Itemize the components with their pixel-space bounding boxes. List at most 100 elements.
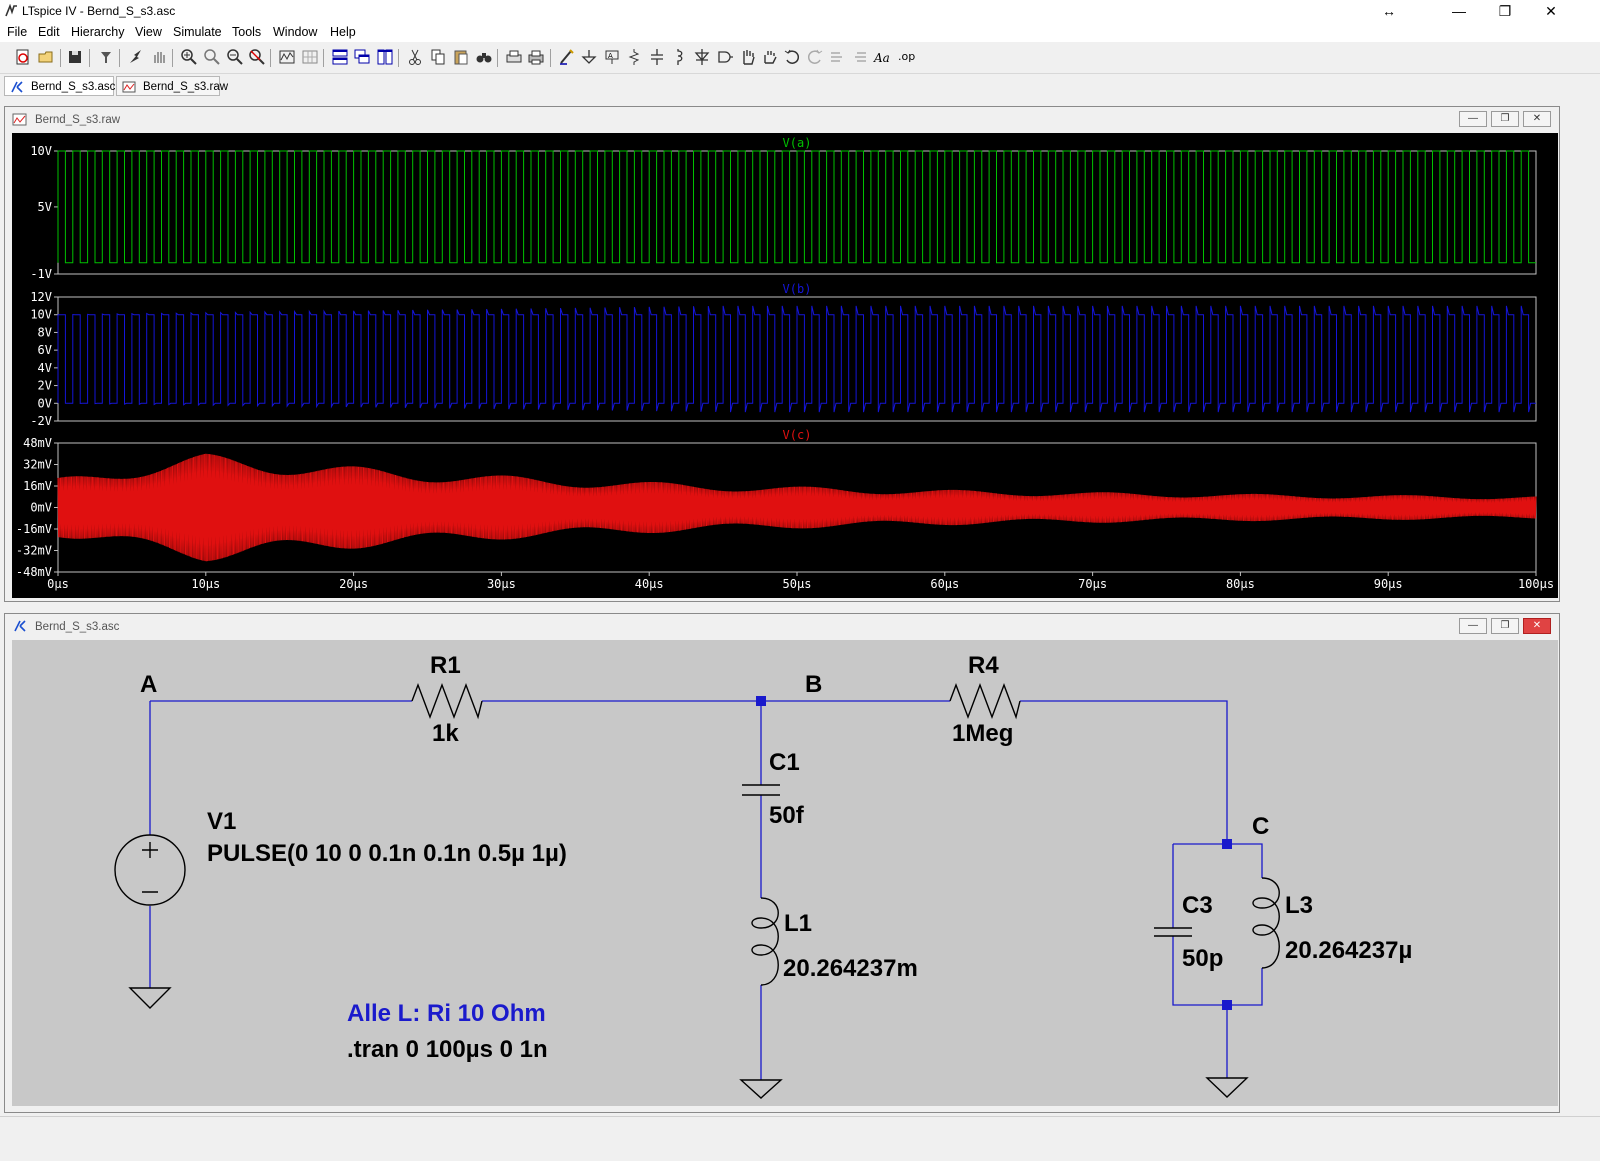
- run-icon[interactable]: [127, 48, 145, 66]
- l1-name[interactable]: L1: [784, 910, 812, 938]
- open-icon[interactable]: [37, 48, 55, 66]
- grid-icon[interactable]: [301, 48, 319, 66]
- waveform-close-button[interactable]: ✕: [1523, 111, 1551, 127]
- wire[interactable]: [1020, 700, 1228, 844]
- y-tick-label: 5V: [38, 200, 52, 214]
- zoom-in-icon[interactable]: [180, 48, 198, 66]
- schematic-restore-button[interactable]: ❐: [1491, 618, 1519, 634]
- mirror-icon[interactable]: [851, 48, 869, 66]
- plot-area[interactable]: V(a) 10V 5V -1V V(b) 12V 10V 8V 6V 4V 2V 0V -2V V(c) 4…: [12, 133, 1558, 598]
- print-icon[interactable]: [527, 48, 545, 66]
- spice-directive-icon[interactable]: .op: [898, 50, 915, 63]
- save-icon[interactable]: [66, 48, 84, 66]
- spice-directive[interactable]: .tran 0 100µs 0 1n: [347, 1036, 548, 1064]
- toolbar-separator: [398, 49, 399, 67]
- schematic-comment[interactable]: Alle L: Ri 10 Ohm: [347, 1000, 546, 1028]
- schematic-minimize-button[interactable]: —: [1459, 618, 1487, 634]
- c1-value[interactable]: 50f: [769, 802, 804, 830]
- menu-tools[interactable]: Tools: [232, 25, 261, 39]
- menu-window[interactable]: Window: [273, 25, 317, 39]
- redo-icon[interactable]: [806, 48, 824, 66]
- print-preview-icon[interactable]: [505, 48, 523, 66]
- component-icon[interactable]: [716, 48, 734, 66]
- rotate-icon[interactable]: [828, 48, 846, 66]
- paste-icon[interactable]: [452, 48, 470, 66]
- copy-icon[interactable]: [429, 48, 447, 66]
- waveform-restore-button[interactable]: ❐: [1491, 111, 1519, 127]
- text-icon[interactable]: Aa: [874, 51, 890, 65]
- schematic-window-titlebar: Bernd_S_s3.asc — ❐ ✕: [5, 614, 1559, 640]
- schematic-close-button[interactable]: ✕: [1523, 618, 1551, 634]
- c3-value[interactable]: 50p: [1182, 945, 1223, 973]
- r4-resistor-symbol[interactable]: [949, 683, 1021, 720]
- c1-name[interactable]: C1: [769, 749, 800, 777]
- node-label-b[interactable]: B: [805, 671, 822, 699]
- node-label-c[interactable]: C: [1252, 813, 1269, 841]
- ground-symbol[interactable]: [128, 987, 172, 1009]
- v1-value[interactable]: PULSE(0 10 0 0.1n 0.1n 0.5µ 1µ): [207, 840, 567, 868]
- trace-vb-line[interactable]: [57, 305, 1536, 413]
- ground-symbol[interactable]: [739, 1079, 783, 1099]
- r1-value[interactable]: 1k: [432, 720, 459, 748]
- undo-icon[interactable]: [783, 48, 801, 66]
- l3-name[interactable]: L3: [1285, 892, 1313, 920]
- ground-icon[interactable]: [580, 48, 598, 66]
- minimize-button[interactable]: —: [1436, 0, 1482, 22]
- halt-icon[interactable]: [150, 48, 168, 66]
- ground-symbol[interactable]: [1205, 1077, 1249, 1098]
- menu-help[interactable]: Help: [330, 25, 356, 39]
- r1-name[interactable]: R1: [430, 652, 461, 680]
- tile-vertical-icon[interactable]: [376, 48, 394, 66]
- c3-name[interactable]: C3: [1182, 892, 1213, 920]
- trace-vc-line[interactable]: [57, 453, 1537, 562]
- resize-icon[interactable]: ↔: [1366, 0, 1412, 22]
- y-tick-label: 16mV: [23, 479, 52, 493]
- r4-name[interactable]: R4: [968, 652, 999, 680]
- l1-value[interactable]: 20.264237m: [783, 955, 918, 983]
- c1-capacitor-symbol[interactable]: [742, 784, 780, 796]
- schematic-icon: [11, 81, 23, 93]
- l1-inductor-symbol[interactable]: [751, 897, 779, 986]
- move-icon[interactable]: [739, 48, 757, 66]
- zoom-fit-icon[interactable]: [203, 48, 221, 66]
- wire[interactable]: [1173, 843, 1263, 878]
- capacitor-icon[interactable]: [648, 48, 666, 66]
- waveform-minimize-button[interactable]: —: [1459, 111, 1487, 127]
- tab-schematic[interactable]: Bernd_S_s3.asc: [4, 76, 115, 96]
- l3-value[interactable]: 20.264237µ: [1285, 937, 1412, 965]
- l3-inductor-symbol[interactable]: [1252, 877, 1280, 969]
- zoom-out-icon[interactable]: [226, 48, 244, 66]
- waveform-plot[interactable]: V(a) 10V 5V -1V V(b) 12V 10V 8V 6V 4V 2V 0V -2V V(c) 4…: [12, 133, 1558, 598]
- menu-edit[interactable]: Edit: [38, 25, 60, 39]
- drag-icon[interactable]: [761, 48, 779, 66]
- menu-file[interactable]: File: [7, 25, 27, 39]
- menu-view[interactable]: View: [135, 25, 162, 39]
- resistor-icon[interactable]: [625, 48, 643, 66]
- menu-simulate[interactable]: Simulate: [173, 25, 222, 39]
- close-button[interactable]: ✕: [1528, 0, 1574, 22]
- c3-capacitor-symbol[interactable]: [1154, 927, 1192, 937]
- autorange-icon[interactable]: [278, 48, 296, 66]
- v1-name[interactable]: V1: [207, 808, 236, 836]
- schematic-canvas[interactable]: A B C R1 1k R4 1Meg C1 50f L1 20.264237m…: [12, 640, 1558, 1106]
- r4-value[interactable]: 1Meg: [952, 720, 1013, 748]
- r1-resistor-symbol[interactable]: [411, 683, 483, 720]
- control-panel-icon[interactable]: [97, 48, 115, 66]
- inductor-icon[interactable]: [670, 48, 688, 66]
- cascade-icon[interactable]: [353, 48, 371, 66]
- find-icon[interactable]: [475, 48, 493, 66]
- wire-icon[interactable]: [558, 48, 576, 66]
- tile-horizontal-icon[interactable]: [331, 48, 349, 66]
- zoom-cancel-icon[interactable]: [248, 48, 266, 66]
- diode-icon[interactable]: [693, 48, 711, 66]
- cut-icon[interactable]: [406, 48, 424, 66]
- wire[interactable]: [1172, 844, 1263, 1006]
- node-label-a[interactable]: A: [140, 671, 157, 699]
- new-schematic-icon[interactable]: [14, 48, 32, 66]
- restore-button[interactable]: ❐: [1482, 0, 1528, 22]
- tab-waveform[interactable]: Bernd_S_s3.raw: [116, 76, 228, 96]
- trace-title-va: V(a): [783, 136, 812, 150]
- label-icon[interactable]: A: [603, 48, 621, 66]
- trace-va-line[interactable]: [57, 150, 1536, 264]
- menu-hierarchy[interactable]: Hierarchy: [71, 25, 125, 39]
